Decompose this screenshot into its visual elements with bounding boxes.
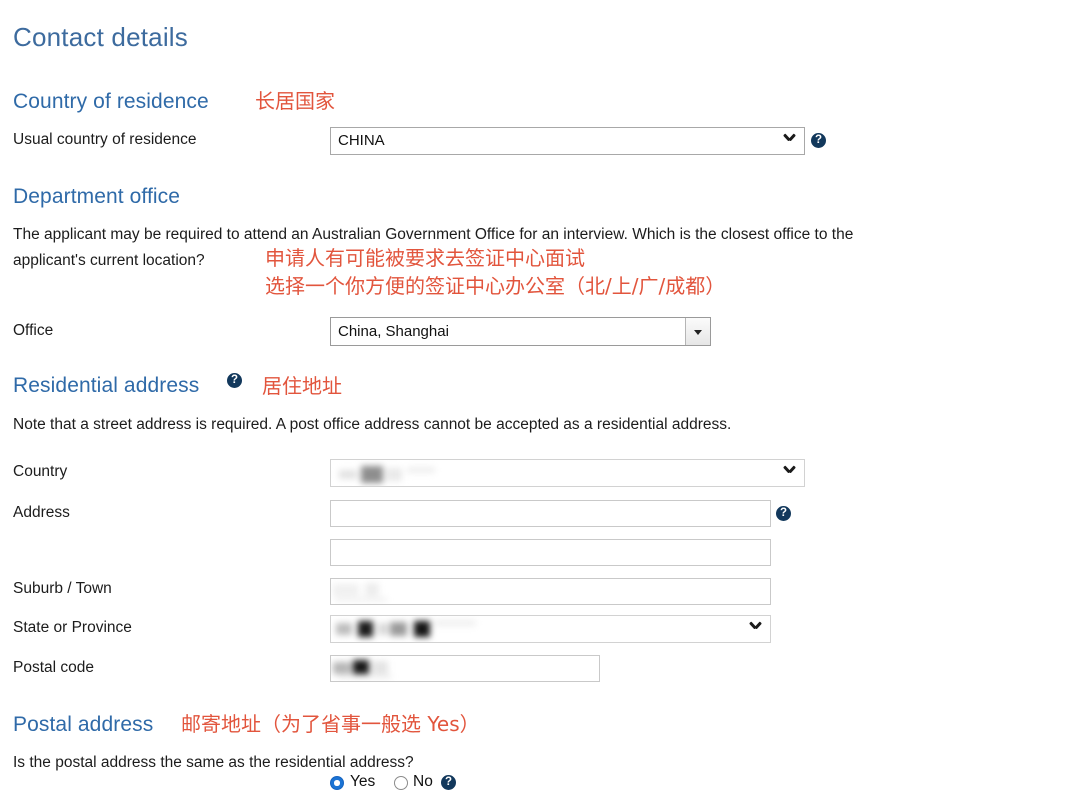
postal-code-input[interactable] (330, 655, 600, 682)
section-heading-postal-address: Postal address (13, 713, 154, 736)
redacted-country-value (339, 466, 459, 483)
label-suburb-town: Suburb / Town (13, 580, 112, 597)
residential-country-select[interactable] (330, 459, 805, 487)
redacted-state-value (336, 620, 511, 639)
label-address: Address (13, 504, 70, 521)
redacted-suburb-value (333, 582, 423, 602)
help-question-icon-address[interactable]: ? (776, 506, 791, 521)
usual-country-of-residence-select[interactable]: CHINA (330, 127, 805, 155)
label-office: Office (13, 322, 54, 339)
address-line2-input[interactable] (330, 539, 771, 566)
chevron-down-icon (750, 622, 761, 633)
department-office-paragraph-line1: The applicant may be required to attend … (13, 226, 854, 243)
postal-same-no-radio[interactable] (394, 776, 408, 790)
label-usual-country-of-residence: Usual country of residence (13, 131, 197, 148)
help-question-icon-residential-address[interactable]: ? (227, 373, 242, 388)
page-title: Contact details (13, 22, 188, 52)
postal-same-yes-label[interactable]: Yes (350, 773, 375, 791)
state-or-province-select[interactable] (330, 615, 771, 643)
office-select-button-face (685, 318, 710, 345)
annotation-country-of-residence: 长居国家 (255, 89, 335, 113)
contact-details-form-page: Contact details Country of residence 长居国… (0, 0, 1080, 809)
postal-same-no-label[interactable]: No (413, 773, 433, 791)
label-country: Country (13, 463, 68, 480)
chevron-down-icon (784, 466, 795, 477)
section-heading-department-office: Department office (13, 185, 181, 208)
help-question-icon-postal-address[interactable]: ? (441, 775, 456, 790)
section-heading-country-of-residence: Country of residence (13, 90, 209, 113)
usual-country-of-residence-value: CHINA (338, 132, 385, 149)
postal-same-yes-radio[interactable] (330, 776, 344, 790)
address-line1-input[interactable] (330, 500, 771, 527)
annotation-department-office-line2: 选择一个你方便的签证中心办公室（北/上/广/成都） (265, 274, 726, 298)
annotation-department-office-line1: 申请人有可能被要求去签证中心面试 (265, 246, 585, 270)
redacted-postal-code-value (333, 659, 443, 679)
section-heading-residential-address: Residential address (13, 374, 200, 397)
triangle-down-icon (694, 329, 702, 335)
help-question-icon-country-of-residence[interactable]: ? (811, 133, 826, 148)
chevron-down-icon (784, 134, 795, 145)
annotation-residential-address: 居住地址 (262, 374, 342, 398)
residential-address-note: Note that a street address is required. … (13, 416, 732, 433)
department-office-paragraph-line2: applicant's current location? (13, 252, 205, 269)
annotation-postal-address: 邮寄地址（为了省事一般选 Yes） (181, 712, 480, 736)
office-select[interactable]: China, Shanghai (330, 317, 711, 346)
office-select-value: China, Shanghai (338, 323, 449, 340)
suburb-town-input[interactable] (330, 578, 771, 605)
label-postal-code: Postal code (13, 659, 94, 676)
label-state-or-province: State or Province (13, 619, 132, 636)
